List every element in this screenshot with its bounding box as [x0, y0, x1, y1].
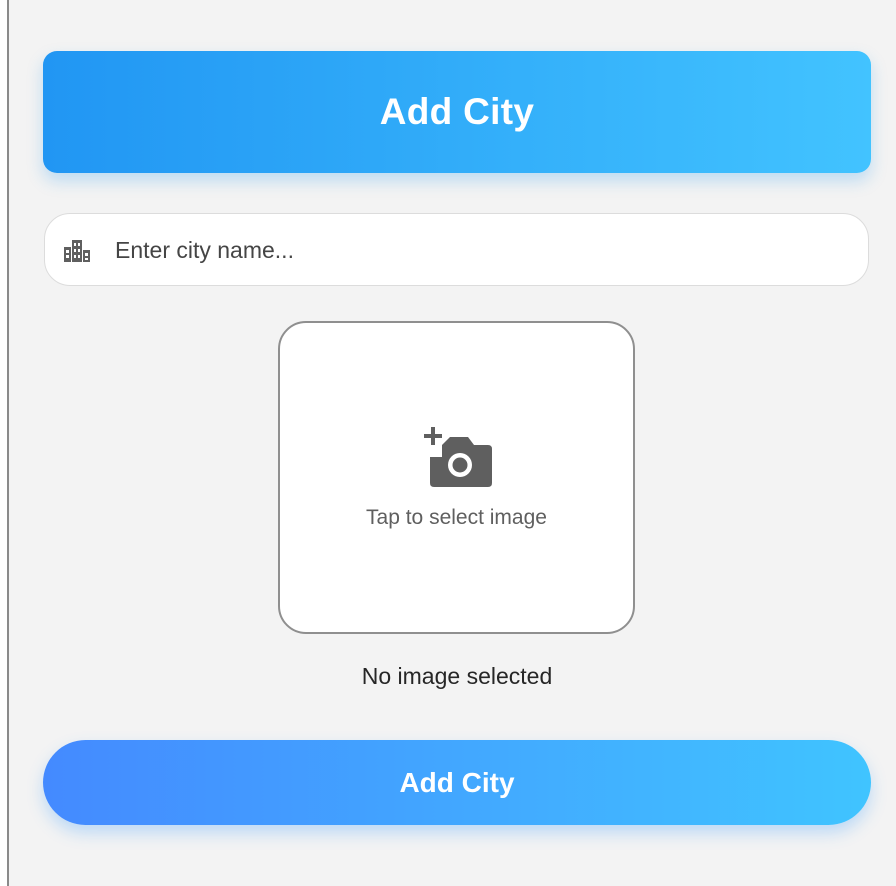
window-divider: [7, 0, 9, 886]
image-status-text: No image selected: [361, 663, 553, 689]
location-city-icon: [64, 240, 90, 262]
add-city-page: Add City Tap to select image: [0, 0, 896, 886]
add-a-photo-icon: [424, 427, 492, 487]
window-edge: [0, 0, 7, 886]
page-title: Add City: [379, 91, 535, 132]
city-name-field[interactable]: [44, 213, 869, 286]
image-picker[interactable]: Tap to select image: [278, 321, 635, 634]
image-picker-label: Tap to select image: [366, 506, 547, 529]
add-city-button[interactable]: Add City: [43, 740, 871, 825]
header-banner: Add City: [43, 51, 871, 173]
city-name-input[interactable]: [115, 232, 835, 268]
add-city-button-label: Add City: [399, 766, 515, 798]
